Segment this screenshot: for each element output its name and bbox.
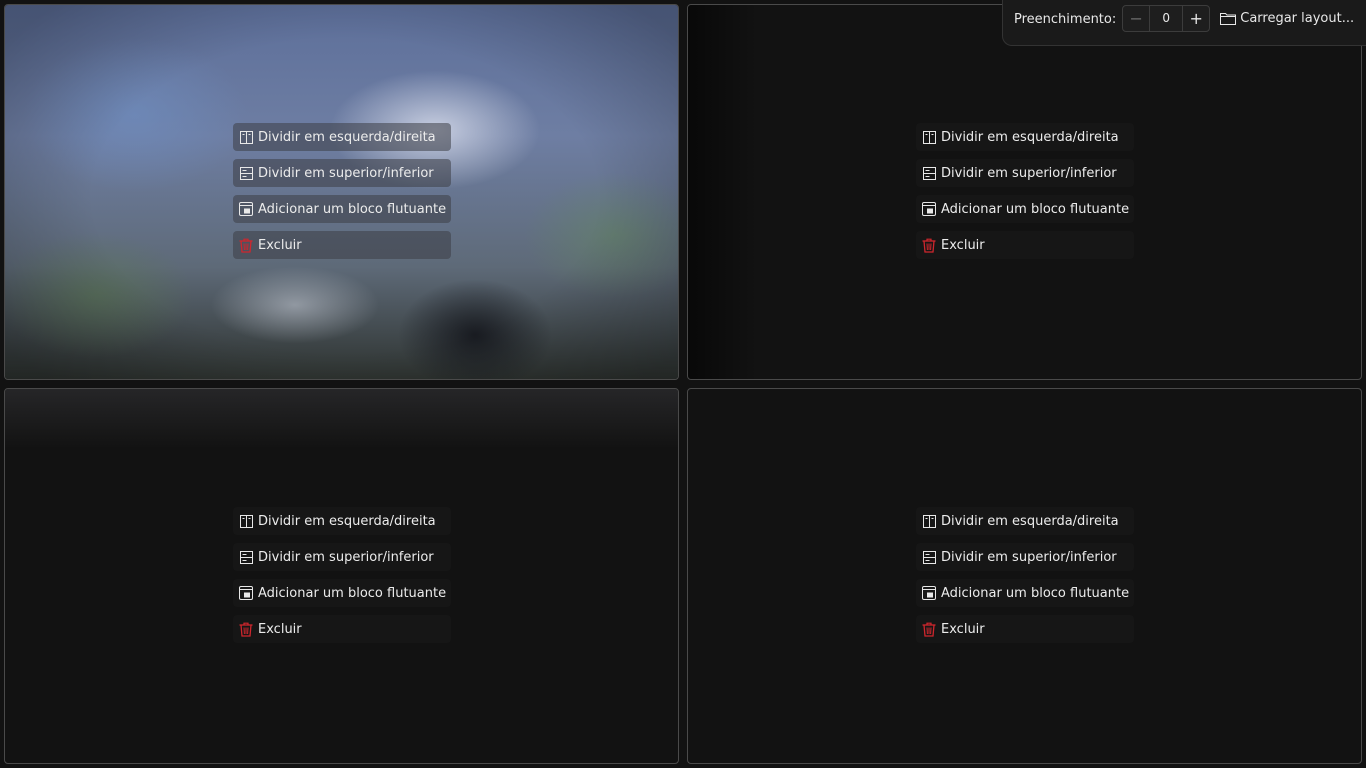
tile-menu: Dividir em esquerda/direita Dividir em s… [233, 507, 451, 643]
split-top-bottom-button[interactable]: Dividir em superior/inferior [233, 543, 451, 571]
split-top-bottom-button[interactable]: Dividir em superior/inferior [916, 159, 1134, 187]
split-top-bottom-button[interactable]: Dividir em superior/inferior [916, 543, 1134, 571]
split-top-bottom-label: Dividir em superior/inferior [258, 165, 434, 181]
rows-icon [239, 550, 253, 564]
split-left-right-label: Dividir em esquerda/direita [258, 513, 436, 529]
columns-icon [922, 514, 936, 528]
split-left-right-label: Dividir em esquerda/direita [941, 129, 1119, 145]
split-top-bottom-label: Dividir em superior/inferior [941, 165, 1117, 181]
trash-icon [239, 238, 253, 253]
tile-bottom-left[interactable]: Dividir em esquerda/direita Dividir em s… [4, 388, 679, 764]
tile-top-left[interactable]: Dividir em esquerda/direita Dividir em s… [4, 4, 679, 380]
columns-icon [922, 130, 936, 144]
folder-icon [1220, 12, 1237, 26]
rows-icon [922, 166, 936, 180]
plus-icon[interactable]: + [1183, 6, 1209, 31]
tile-menu: Dividir em esquerda/direita Dividir em s… [233, 123, 451, 259]
split-left-right-label: Dividir em esquerda/direita [941, 513, 1119, 529]
trash-icon [239, 622, 253, 637]
rows-icon [239, 166, 253, 180]
padding-label: Preenchimento: [1014, 12, 1117, 27]
split-top-bottom-label: Dividir em superior/inferior [941, 549, 1117, 565]
trash-icon [922, 238, 936, 253]
padding-value[interactable]: 0 [1149, 6, 1184, 31]
tile-menu: Dividir em esquerda/direita Dividir em s… [916, 507, 1134, 643]
layout-toolbar: Preenchimento: − 0 + Carregar layout... [1002, 0, 1366, 46]
load-layout-button[interactable]: Carregar layout... [1220, 5, 1354, 32]
split-top-bottom-button[interactable]: Dividir em superior/inferior [233, 159, 451, 187]
tile-bottom-right[interactable]: Dividir em esquerda/direita Dividir em s… [687, 388, 1362, 764]
floating-window-icon [922, 202, 936, 216]
add-floating-block-label: Adicionar um bloco flutuante [941, 585, 1130, 601]
tile-top-right[interactable]: Dividir em esquerda/direita Dividir em s… [687, 4, 1362, 380]
floating-window-icon [239, 586, 253, 600]
split-top-bottom-label: Dividir em superior/inferior [258, 549, 434, 565]
add-floating-block-button[interactable]: Adicionar um bloco flutuante [916, 579, 1134, 607]
split-left-right-label: Dividir em esquerda/direita [258, 129, 436, 145]
delete-label: Excluir [258, 237, 302, 253]
trash-icon [922, 622, 936, 637]
minus-icon[interactable]: − [1123, 6, 1149, 31]
delete-label: Excluir [941, 621, 985, 637]
floating-window-icon [239, 202, 253, 216]
add-floating-block-label: Adicionar um bloco flutuante [258, 585, 447, 601]
tile-menu: Dividir em esquerda/direita Dividir em s… [916, 123, 1134, 259]
floating-window-icon [922, 586, 936, 600]
split-left-right-button[interactable]: Dividir em esquerda/direita [916, 123, 1134, 151]
delete-label: Excluir [258, 621, 302, 637]
rows-icon [922, 550, 936, 564]
delete-label: Excluir [941, 237, 985, 253]
layout-editor: Dividir em esquerda/direita Dividir em s… [0, 0, 1366, 768]
delete-button[interactable]: Excluir [916, 615, 1134, 643]
delete-button[interactable]: Excluir [233, 615, 451, 643]
split-left-right-button[interactable]: Dividir em esquerda/direita [916, 507, 1134, 535]
columns-icon [239, 514, 253, 528]
delete-button[interactable]: Excluir [916, 231, 1134, 259]
split-left-right-button[interactable]: Dividir em esquerda/direita [233, 507, 451, 535]
padding-stepper[interactable]: − 0 + [1122, 5, 1211, 32]
columns-icon [239, 130, 253, 144]
delete-button[interactable]: Excluir [233, 231, 451, 259]
add-floating-block-button[interactable]: Adicionar um bloco flutuante [233, 579, 451, 607]
add-floating-block-button[interactable]: Adicionar um bloco flutuante [916, 195, 1134, 223]
load-layout-label: Carregar layout... [1240, 11, 1355, 26]
split-left-right-button[interactable]: Dividir em esquerda/direita [233, 123, 451, 151]
add-floating-block-label: Adicionar um bloco flutuante [258, 201, 447, 217]
add-floating-block-button[interactable]: Adicionar um bloco flutuante [233, 195, 451, 223]
add-floating-block-label: Adicionar um bloco flutuante [941, 201, 1130, 217]
